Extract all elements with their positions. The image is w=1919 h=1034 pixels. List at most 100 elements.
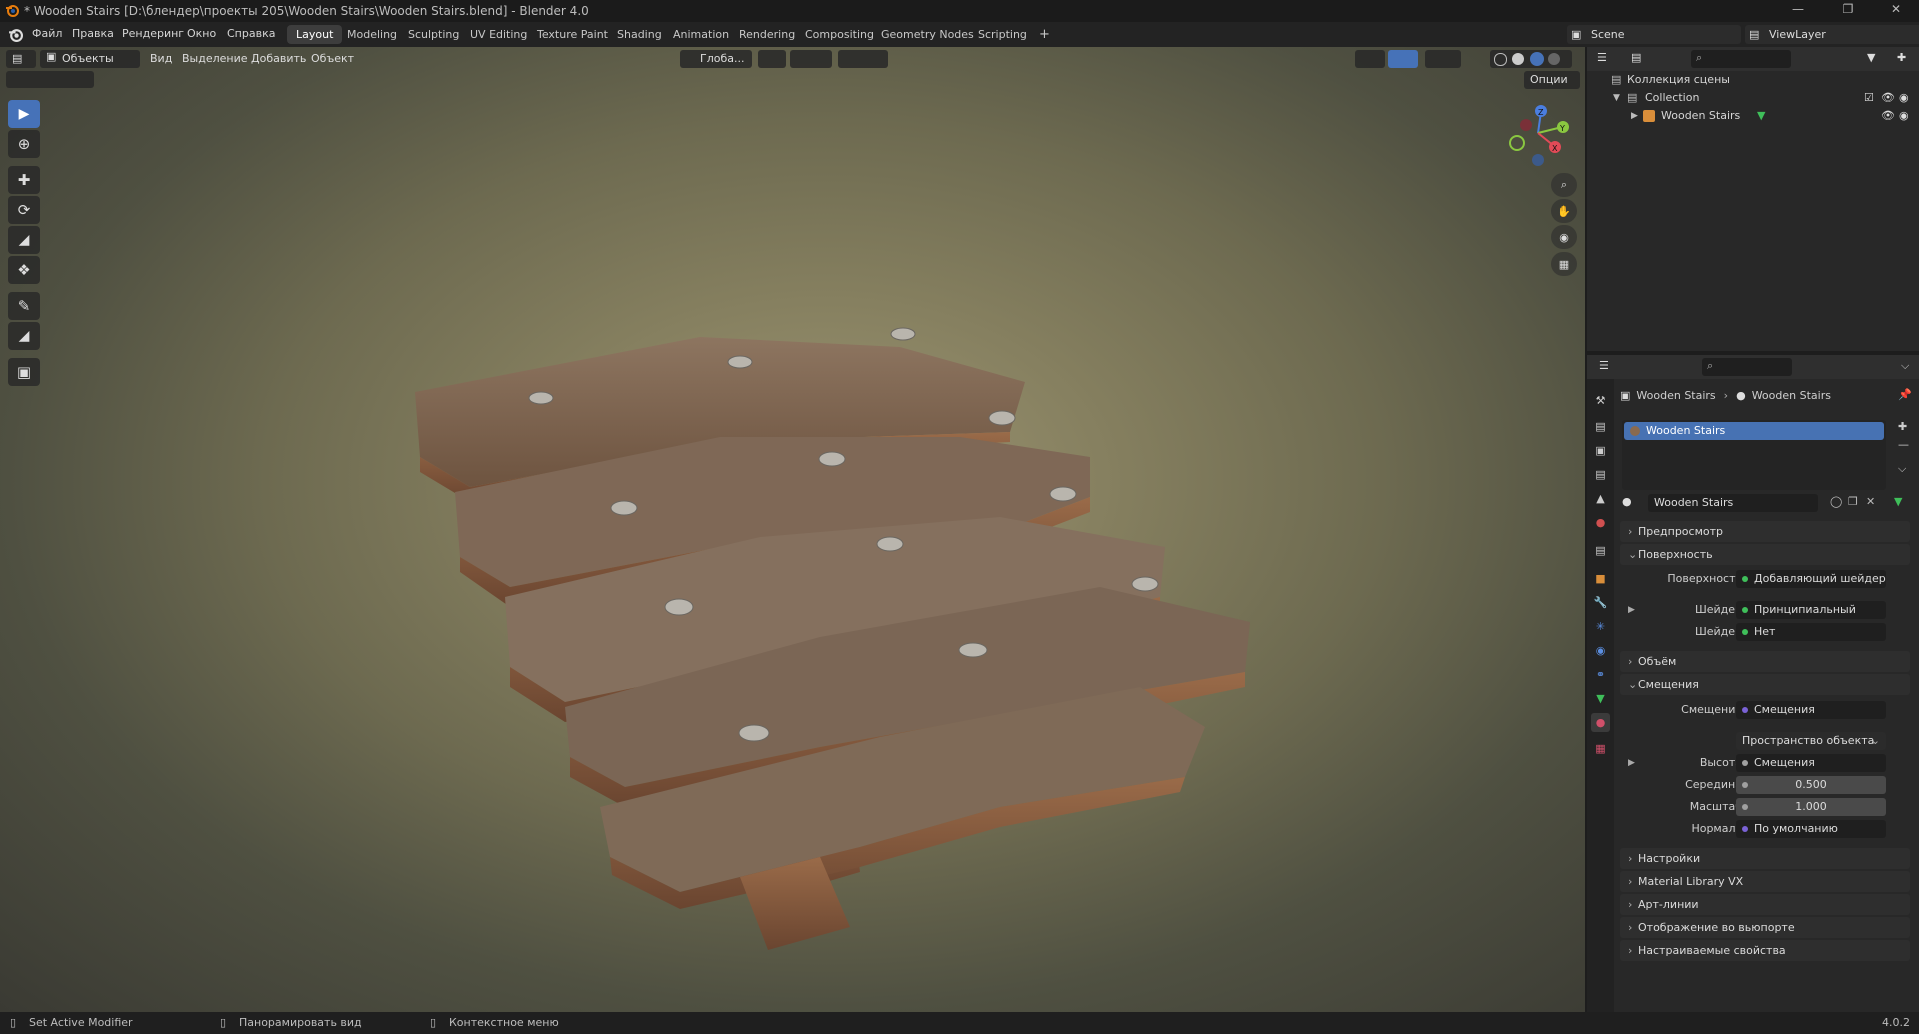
maximize-button[interactable]: ❐	[1830, 2, 1866, 20]
solid-shading-icon[interactable]	[1512, 53, 1524, 65]
material-browse-icon[interactable]: ●	[1622, 495, 1632, 508]
tab-modifiers[interactable]: 🔧	[1591, 593, 1610, 612]
wireframe-shading-icon[interactable]	[1494, 53, 1507, 66]
remove-slot-button[interactable]: —	[1898, 438, 1909, 451]
panel-lineart[interactable]: › Арт-линии	[1620, 894, 1910, 915]
rendered-shading-icon[interactable]	[1548, 53, 1560, 65]
properties-editor-icon[interactable]: ☰	[1599, 359, 1609, 372]
tab-output[interactable]: ▣	[1591, 441, 1610, 460]
tab-data[interactable]: ▼	[1591, 689, 1610, 708]
gizmo-toggle-button[interactable]	[1388, 50, 1418, 68]
tab-geometry-nodes[interactable]: Geometry Nodes	[872, 25, 983, 44]
normal-row[interactable]: Нормаль По умолчанию	[1620, 819, 1910, 839]
scale-field[interactable]: 1.000	[1736, 798, 1886, 816]
panel-viewport-display[interactable]: › Отображение во вьюпорте	[1620, 917, 1910, 938]
shader-2-field[interactable]: Нет	[1736, 623, 1886, 641]
displacement-space-dropdown[interactable]: Пространство объекта ⌄	[1736, 732, 1886, 750]
expand-arrow-icon[interactable]: ▶	[1628, 600, 1635, 620]
outliner-object-row[interactable]: ▶ Wooden Stairs ▼ 👁 ◉	[1587, 107, 1919, 125]
menu-select[interactable]: Выделение	[182, 50, 248, 68]
panel-preview[interactable]: › Предпросмотр	[1620, 521, 1910, 542]
add-slot-button[interactable]: ✚	[1898, 420, 1907, 433]
tab-texture[interactable]: ▦	[1591, 739, 1610, 758]
tool-scale[interactable]: ◢	[8, 226, 40, 254]
duplicate-icon[interactable]: ❐	[1848, 495, 1858, 508]
filter-icon[interactable]: ▼	[1867, 51, 1875, 64]
new-collection-icon[interactable]: ✚	[1897, 51, 1906, 64]
tab-modeling[interactable]: Modeling	[338, 25, 406, 44]
collection-checkbox[interactable]: ☑	[1864, 89, 1874, 107]
expand-arrow-icon[interactable]: ▶	[1631, 107, 1638, 125]
displacement-space-row[interactable]: Пространство объекта ⌄	[1620, 731, 1910, 751]
height-field[interactable]: Смещения	[1736, 754, 1886, 772]
panel-custom-properties[interactable]: › Настраиваемые свойства	[1620, 940, 1910, 961]
menu-object[interactable]: Объект	[311, 50, 354, 68]
collection-render-icon[interactable]: ◉	[1899, 89, 1909, 107]
navigation-gizmo[interactable]: Z Y X	[1505, 100, 1575, 170]
pivot-button[interactable]	[758, 50, 786, 68]
tab-scene[interactable]: ▲	[1591, 489, 1610, 508]
tool-move[interactable]: ✚	[8, 166, 40, 194]
link-type-icon[interactable]: ▼	[1894, 495, 1902, 508]
menu-render[interactable]: Рендеринг	[122, 27, 184, 40]
tab-rendering[interactable]: Rendering	[730, 25, 804, 44]
gizmo-neg-x-axis[interactable]	[1520, 119, 1532, 131]
surface-row-shader-1[interactable]: ▶ Шейдер Принципиальный BSDF	[1620, 600, 1910, 634]
menu-help[interactable]: Справка	[227, 27, 275, 40]
shading-mode-buttons[interactable]	[1490, 50, 1572, 68]
material-shading-icon[interactable]	[1530, 52, 1544, 66]
view-layer-selector[interactable]: ▤ ViewLayer	[1745, 25, 1919, 44]
object-visibility-icon[interactable]: 👁	[1881, 107, 1895, 125]
chevron-down-icon[interactable]: ⌵	[1901, 359, 1909, 373]
tab-tool[interactable]: ⚒	[1591, 391, 1610, 410]
3d-viewport[interactable]	[0, 47, 1585, 1012]
height-row[interactable]: ▶ Высота Смещения	[1620, 753, 1910, 773]
tool-measure[interactable]: ◢	[8, 322, 40, 350]
tab-compositing[interactable]: Compositing	[796, 25, 883, 44]
panel-material-library[interactable]: › Material Library VX	[1620, 871, 1910, 892]
panel-surface[interactable]: ⌄ Поверхность	[1620, 544, 1910, 565]
tab-particles[interactable]: ✳	[1591, 617, 1610, 636]
display-mode-icon[interactable]: ▤	[1631, 51, 1641, 64]
outliner-scene-collection[interactable]: ▤ Коллекция сцены	[1587, 71, 1919, 89]
tab-sculpting[interactable]: Sculpting	[399, 25, 468, 44]
panel-volume[interactable]: › Объём	[1620, 651, 1910, 672]
menu-file[interactable]: Файл	[32, 27, 62, 40]
tab-material[interactable]: ●	[1591, 713, 1610, 732]
tab-scripting[interactable]: Scripting	[969, 25, 1036, 44]
select-mode-buttons[interactable]	[6, 71, 94, 88]
midlevel-row[interactable]: Середина 0.500	[1620, 775, 1910, 795]
pin-icon[interactable]: 📌	[1898, 388, 1912, 401]
menu-edit[interactable]: Правка	[72, 27, 114, 40]
add-workspace-button[interactable]: +	[1030, 25, 1059, 44]
tab-layout[interactable]: Layout	[287, 25, 343, 44]
scale-row[interactable]: Масштаб 1.000	[1620, 797, 1910, 817]
ortho-toggle-button[interactable]: ▦	[1551, 252, 1577, 276]
gizmo-neg-y-axis[interactable]	[1509, 135, 1525, 151]
tab-animation[interactable]: Animation	[664, 25, 738, 44]
panel-displacement[interactable]: ⌄ Смещения	[1620, 674, 1910, 695]
displacement-field[interactable]: Смещения	[1736, 701, 1886, 719]
tab-constraints[interactable]: ⚭	[1591, 665, 1610, 684]
midlevel-field[interactable]: 0.500	[1736, 776, 1886, 794]
mesh-data-icon[interactable]: ▼	[1757, 107, 1765, 125]
tab-render[interactable]: ▤	[1591, 417, 1610, 436]
tab-texture-paint[interactable]: Texture Paint	[528, 25, 617, 44]
surface-row-shader-2[interactable]: Шейдер Нет	[1620, 622, 1910, 642]
tab-world[interactable]: ●	[1591, 513, 1610, 532]
shader-1-field[interactable]: Принципиальный BSDF	[1736, 601, 1886, 634]
displacement-row[interactable]: Смещения Смещения	[1620, 700, 1910, 720]
camera-view-button[interactable]: ◉	[1551, 225, 1577, 249]
panel-settings[interactable]: › Настройки	[1620, 848, 1910, 869]
menu-window[interactable]: Окно	[187, 27, 216, 40]
gizmo-neg-z-axis[interactable]	[1532, 154, 1544, 166]
visibility-button[interactable]	[1355, 50, 1385, 68]
orientation-selector[interactable]: Глоба...	[680, 50, 752, 68]
properties-search-input[interactable]: ⌕	[1702, 358, 1792, 376]
menu-add[interactable]: Добавить	[251, 50, 306, 68]
slot-specials-button[interactable]: ⌵	[1898, 462, 1906, 476]
tool-rotate[interactable]: ⟳	[8, 196, 40, 224]
tool-add-cube[interactable]: ▣	[8, 358, 40, 386]
surface-row-surface[interactable]: Поверхность Добавляющий шейдер	[1620, 569, 1910, 589]
fake-user-icon[interactable]: ◯	[1830, 495, 1842, 508]
